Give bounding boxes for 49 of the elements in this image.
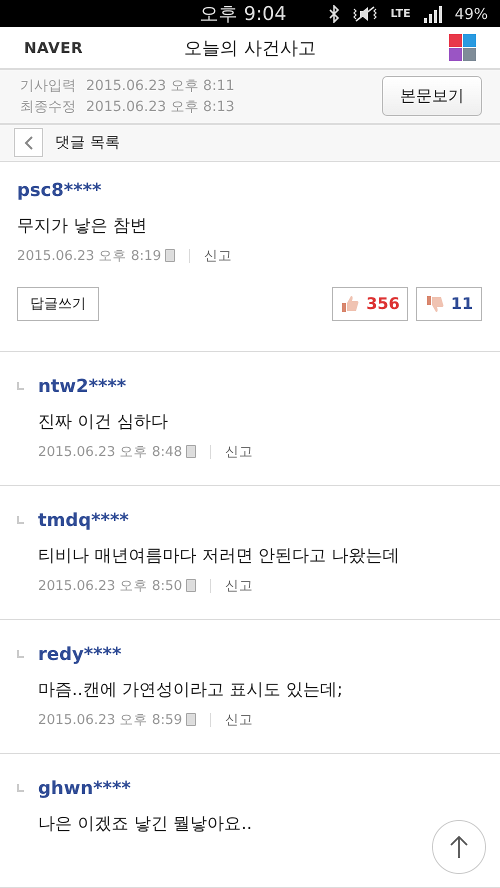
- username[interactable]: ntw2****: [38, 374, 482, 400]
- reply-mark-icon: [17, 382, 24, 390]
- report-link[interactable]: 신고: [204, 246, 232, 265]
- comment-date: 2015.06.23 오후 8:50: [38, 576, 182, 595]
- info-label: 최종수정: [20, 98, 76, 116]
- signal-icon: [422, 4, 443, 23]
- view-article-button[interactable]: 본문보기: [382, 76, 482, 116]
- report-link[interactable]: 신고: [225, 442, 254, 461]
- reply-mark-icon: [17, 650, 24, 658]
- comment-text: 진짜 이건 심하다: [38, 410, 169, 433]
- info-date: 2015.06.23 오후 8:13: [86, 98, 234, 116]
- arrow-up-icon: [450, 835, 468, 859]
- write-reply-button[interactable]: 답글쓰기: [17, 286, 99, 321]
- dislike-button[interactable]: 11: [416, 286, 482, 321]
- username[interactable]: redy****: [38, 642, 482, 668]
- phone-icon: [186, 445, 196, 458]
- page-title: 오늘의 사건사고: [183, 36, 317, 60]
- info-date: 2015.06.23 오후 8:11: [86, 76, 234, 95]
- thumbs-up-icon: [340, 294, 360, 314]
- chevron-left-icon: [24, 136, 34, 150]
- username[interactable]: tmdq****: [38, 508, 482, 534]
- section-title: 댓글 목록: [55, 133, 120, 152]
- network-label: LTE: [390, 8, 411, 20]
- comment-text: 무지가 낳은 참변: [17, 214, 148, 237]
- username[interactable]: ghwn****: [38, 776, 482, 802]
- reply-mark-icon: [17, 784, 24, 792]
- battery-level: 49%: [454, 4, 488, 23]
- comment-date: 2015.06.23 오후 8:59: [38, 710, 182, 729]
- comment-text: 나은 이겠죠 낳긴 뭘낳아요..: [38, 812, 254, 835]
- phone-icon: [186, 713, 196, 726]
- report-link[interactable]: 신고: [225, 710, 254, 729]
- phone-icon: [165, 249, 176, 262]
- clock-time: 오후 9:04: [200, 2, 286, 27]
- info-label: 기사입력: [20, 76, 76, 95]
- like-button[interactable]: 356: [332, 286, 408, 321]
- comment-text: 마즘..캔에 가연성이라고 표시도 있는데;: [38, 678, 344, 701]
- thumbs-down-icon: [424, 294, 445, 314]
- naver-logo[interactable]: NAVER: [24, 38, 144, 57]
- back-button[interactable]: [14, 128, 43, 158]
- menu-grid-icon[interactable]: [449, 34, 476, 62]
- username[interactable]: psc8****: [17, 178, 482, 204]
- comment-text: 티비나 매년여름마다 저러면 안된다고 나왔는데: [38, 544, 401, 567]
- report-link[interactable]: 신고: [225, 576, 254, 595]
- phone-icon: [186, 579, 196, 592]
- comment-date: 2015.06.23 오후 8:19: [17, 246, 162, 265]
- comment-date: 2015.06.23 오후 8:48: [38, 442, 182, 461]
- mute-icon: [352, 4, 378, 23]
- reply-mark-icon: [17, 516, 24, 524]
- bluetooth-icon: [328, 4, 340, 23]
